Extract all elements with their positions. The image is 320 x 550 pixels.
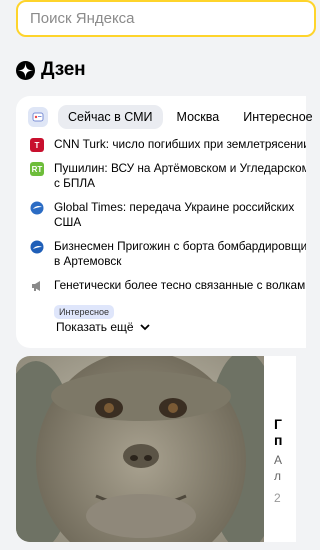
news-item[interactable]: T CNN Turk: число погибших при землетряс… bbox=[30, 137, 306, 152]
news-card: Сейчас в СМИ Москва Интересное T CNN Tur… bbox=[16, 96, 313, 348]
news-item[interactable]: Генетически более тесно связанные с волк… bbox=[30, 278, 306, 293]
chevron-down-icon bbox=[139, 323, 150, 330]
global-times-logo-icon bbox=[30, 201, 44, 215]
news-app-icon[interactable] bbox=[28, 107, 48, 127]
category-badge[interactable]: Интересное bbox=[54, 305, 114, 319]
news-headline: Global Times: передача Украине российски… bbox=[54, 200, 295, 229]
article-letter: л bbox=[274, 469, 282, 483]
news-headline: Бизнесмен Пригожин с борта бомбардировщи… bbox=[54, 239, 306, 268]
article-letter: А bbox=[274, 453, 283, 467]
news-item[interactable]: RT Пушилин: ВСУ на Артёмовском и Угледар… bbox=[30, 161, 306, 191]
news-headline: Пушилин: ВСУ на Артёмовском и Угледарско… bbox=[54, 161, 306, 190]
news-tabs: Сейчас в СМИ Москва Интересное bbox=[28, 105, 320, 129]
cnn-turk-logo-icon: T bbox=[30, 138, 44, 152]
tab-interesting[interactable]: Интересное bbox=[233, 105, 320, 129]
dzen-logo-icon bbox=[16, 60, 35, 80]
dzen-header[interactable]: Дзен bbox=[16, 59, 86, 81]
show-more-button[interactable]: Показать ещё bbox=[56, 320, 150, 334]
rt-logo-icon: RT bbox=[30, 162, 44, 176]
globe-logo-icon bbox=[30, 240, 44, 254]
monkey-photo bbox=[16, 356, 264, 542]
article-card[interactable]: Г п А л 2 bbox=[16, 356, 296, 542]
article-letter: п bbox=[274, 432, 283, 448]
article-letter: 2 bbox=[274, 491, 281, 505]
search-input[interactable] bbox=[30, 10, 302, 27]
news-item[interactable]: Бизнесмен Пригожин с борта бомбардировщи… bbox=[30, 239, 306, 269]
news-headline: CNN Turk: число погибших при землетрясен… bbox=[54, 137, 306, 151]
news-headline: Генетически более тесно связанные с волк… bbox=[54, 278, 306, 292]
tab-now-in-media[interactable]: Сейчас в СМИ bbox=[58, 105, 163, 129]
article-side-text: Г п А л 2 bbox=[274, 382, 282, 506]
dzen-title: Дзен bbox=[41, 59, 86, 80]
tab-moscow[interactable]: Москва bbox=[167, 105, 230, 129]
show-more-label: Показать ещё bbox=[56, 320, 134, 334]
news-list: T CNN Turk: число погибших при землетряс… bbox=[30, 137, 306, 320]
news-item[interactable]: Global Times: передача Украине российски… bbox=[30, 200, 306, 230]
article-letter: Г bbox=[274, 416, 282, 432]
search-box[interactable] bbox=[16, 0, 316, 37]
megaphone-icon bbox=[30, 279, 44, 293]
